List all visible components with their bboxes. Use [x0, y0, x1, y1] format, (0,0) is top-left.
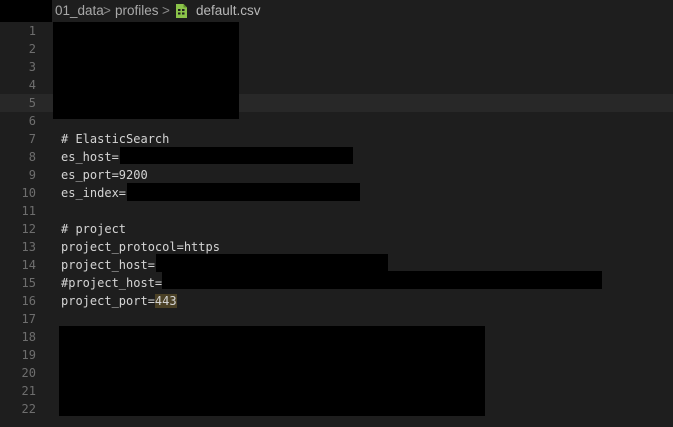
editor-line[interactable]: 16 project_port=443 [0, 292, 673, 310]
line-number: 21 [21, 384, 36, 398]
redacted-block [156, 254, 388, 272]
line-number: 17 [21, 312, 36, 326]
line-text[interactable]: es_index= [61, 184, 126, 202]
breadcrumb-folder-profiles[interactable]: profiles [115, 3, 159, 18]
csv-file-icon [176, 4, 187, 18]
line-number: 11 [21, 204, 36, 218]
line-number: 9 [28, 168, 36, 182]
line-number: 14 [21, 258, 36, 272]
line-number: 10 [21, 186, 36, 200]
line-number: 8 [28, 150, 36, 164]
line-text[interactable]: # project [61, 220, 126, 238]
redacted-block [162, 271, 602, 289]
line-number: 22 [21, 402, 36, 416]
line-number: 13 [21, 240, 36, 254]
editor-line[interactable]: 12 # project [0, 220, 673, 238]
redacted-block [127, 183, 360, 201]
line-number: 5 [28, 96, 36, 110]
line-text[interactable]: project_port=443 [61, 292, 177, 310]
line-text[interactable]: #project_host= [61, 274, 162, 292]
line-number: 1 [28, 24, 36, 38]
line-number: 18 [21, 330, 36, 344]
line-number: 19 [21, 348, 36, 362]
line-text[interactable]: es_host= [61, 148, 119, 166]
redacted-block [120, 147, 353, 164]
line-number: 7 [28, 132, 36, 146]
editor-line[interactable]: 9 es_port=9200 [0, 166, 673, 184]
line-number: 3 [28, 60, 36, 74]
editor-line[interactable]: 7 # ElasticSearch [0, 130, 673, 148]
chevron-right-icon: > [162, 3, 170, 18]
redacted-block [59, 326, 485, 416]
redacted-block [53, 22, 239, 119]
line-number: 20 [21, 366, 36, 380]
line-number: 4 [28, 78, 36, 92]
search-match-highlight: 443 [154, 294, 177, 308]
line-number: 6 [28, 114, 36, 128]
breadcrumb: 01_data > profiles > default.csv [0, 0, 673, 22]
chevron-right-icon: > [103, 3, 111, 18]
code-editor[interactable]: 1 2 3 4 5 6 7 # ElasticSearch 8 es_host=… [0, 22, 673, 427]
redacted-region [0, 0, 52, 22]
line-number: 16 [21, 294, 36, 308]
line-number: 12 [21, 222, 36, 236]
line-text[interactable]: project_host= [61, 256, 155, 274]
line-text[interactable]: # ElasticSearch [61, 130, 169, 148]
editor-line[interactable]: 11 [0, 202, 673, 220]
line-text[interactable]: es_port=9200 [61, 166, 148, 184]
line-text-prefix: project_port= [61, 294, 155, 308]
line-number: 2 [28, 42, 36, 56]
line-number: 15 [21, 276, 36, 290]
breadcrumb-folder-01-data[interactable]: 01_data [55, 3, 104, 18]
breadcrumb-file-default-csv[interactable]: default.csv [196, 3, 261, 18]
